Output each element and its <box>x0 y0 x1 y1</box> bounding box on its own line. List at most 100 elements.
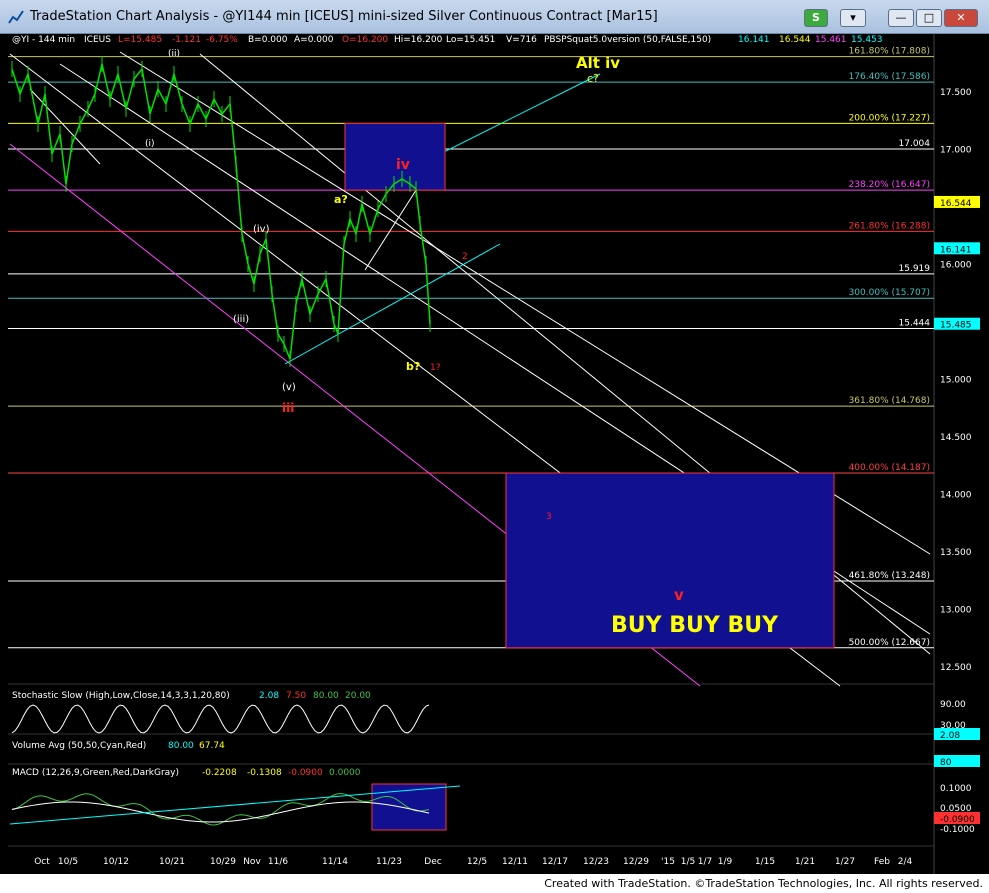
header-change: -1.121 <box>172 35 201 45</box>
wave-label-10: (iii) <box>233 314 249 325</box>
x-tick-20: 1/21 <box>795 857 815 867</box>
volume-v2: 67.74 <box>199 741 225 751</box>
header-ask: A=0.000 <box>294 35 334 45</box>
volume-v1: 80.00 <box>168 741 194 751</box>
stoch-v1: 2.08 <box>259 691 279 701</box>
wave-label-12: iii <box>282 401 294 415</box>
x-tick-10: 12/5 <box>467 857 487 867</box>
y-tick-5: 14.000 <box>940 491 972 501</box>
header-q3: 15.461 <box>815 35 847 45</box>
fib-label-3: 17.004 <box>899 139 931 149</box>
header-change-pct: -6.75% <box>206 35 238 45</box>
x-tick-15: '15 <box>661 857 675 867</box>
x-tick-14: 12/29 <box>623 857 649 867</box>
fib-label-11: 461.80% (13.248) <box>849 571 930 581</box>
stoch-v4: 20.00 <box>345 691 371 701</box>
macd-v1: -0.2208 <box>202 768 237 778</box>
stoch-box-text: 2.08 <box>940 731 960 741</box>
x-tick-13: 12/23 <box>583 857 609 867</box>
wave-label-8: v <box>674 586 684 604</box>
dropdown-button[interactable]: ▾ <box>840 9 866 27</box>
wave-label-7: 3 <box>546 512 552 522</box>
window-title: TradeStation Chart Analysis - @YI144 min… <box>30 9 658 24</box>
fib-label-4: 238.20% (16.647) <box>849 180 930 190</box>
window-titlebar: TradeStation Chart Analysis - @YI144 min… <box>0 0 989 34</box>
stoch-v3: 80.00 <box>313 691 339 701</box>
x-tick-2: 10/12 <box>103 857 129 867</box>
fib-label-2: 200.00% (17.227) <box>849 113 930 123</box>
macd-box-text: -0.0900 <box>940 815 975 825</box>
minimize-button[interactable]: — <box>888 9 914 27</box>
y-tick-8: 12.500 <box>940 663 972 673</box>
fib-label-5: 261.80% (16.288) <box>849 221 930 231</box>
fib-label-10: 400.00% (14.187) <box>849 463 930 473</box>
stoch-v2: 7.50 <box>286 691 306 701</box>
stoch-title: Stochastic Slow (High,Low,Close,14,3,3,1… <box>12 691 230 701</box>
header-symbol: @YI - 144 min <box>12 35 75 45</box>
header-volume: V=716 <box>506 35 537 45</box>
wave-label-5: 1? <box>430 363 441 373</box>
x-tick-23: 2/4 <box>898 857 913 867</box>
buy-target-label: BUY BUY BUY <box>611 613 779 638</box>
x-tick-9: Dec <box>424 857 441 867</box>
volume-box-text: 80 <box>940 758 952 768</box>
macd-axis-2: -0.1000 <box>940 825 975 835</box>
x-tick-0: Oct <box>34 857 50 867</box>
x-tick-12: 12/17 <box>542 857 568 867</box>
macd-v2: -0.1308 <box>247 768 282 778</box>
header-open: O=16.200 <box>342 35 388 45</box>
fib-label-9: 361.80% (14.768) <box>849 396 930 406</box>
price-box-text-0: 16.544 <box>940 199 972 209</box>
macd-box <box>371 783 447 831</box>
wave-label-4: b? <box>406 360 420 373</box>
iv-target-box <box>344 122 446 191</box>
x-tick-6: 11/6 <box>268 857 288 867</box>
x-tick-3: 10/21 <box>159 857 185 867</box>
price-box-text-2: 15.485 <box>940 321 972 331</box>
macd-axis-0: 0.1000 <box>940 784 972 794</box>
x-tick-18: 1/9 <box>718 857 733 867</box>
header-q1: 16.141 <box>738 35 770 45</box>
close-button[interactable]: ✕ <box>944 9 978 27</box>
chart-header: @YI - 144 min ICEUS L=15.485 -1.121 -6.7… <box>12 35 883 45</box>
header-last: L=15.485 <box>118 35 162 45</box>
x-tick-21: 1/27 <box>835 857 855 867</box>
x-tick-19: 1/15 <box>755 857 775 867</box>
fib-label-7: 300.00% (15.707) <box>849 288 930 298</box>
maximize-button[interactable]: □ <box>916 9 942 27</box>
fib-label-1: 176.40% (17.586) <box>849 72 930 82</box>
x-tick-22: Feb <box>874 857 890 867</box>
fib-label-0: 161.80% (17.808) <box>849 47 930 57</box>
macd-title: MACD (12,26,9,Green,Red,DarkGray) <box>12 768 179 778</box>
macd-v3: -0.0900 <box>288 768 323 778</box>
y-tick-1: 17.000 <box>940 146 972 156</box>
header-q2: 16.544 <box>779 35 811 45</box>
wave-label-9: (iv) <box>253 224 270 235</box>
header-bid: B=0.000 <box>248 35 288 45</box>
wave-label-6: 2 <box>462 252 468 262</box>
x-tick-4: 10/29 <box>210 857 236 867</box>
x-tick-17: 1/7 <box>698 857 712 867</box>
x-tick-1: 10/5 <box>58 857 78 867</box>
price-box-text-1: 16.141 <box>940 245 972 255</box>
chart-area[interactable]: 161.80% (17.808) 176.40% (17.586) 200.00% … <box>0 34 989 874</box>
header-high: Hi=16.200 <box>394 35 443 45</box>
footer-copyright: Created with TradeStation. ©TradeStation… <box>544 877 983 890</box>
wave-label-2: iv <box>396 157 410 173</box>
header-study: PBSPSquat5.0version (50,FALSE,150) <box>544 35 711 45</box>
y-tick-0: 17.500 <box>940 88 972 98</box>
y-tick-3: 15.000 <box>940 376 972 386</box>
wave-label-11: (v) <box>282 382 296 393</box>
wave-label-14: (i) <box>145 139 155 149</box>
price-chart-svg[interactable]: 161.80% (17.808) 176.40% (17.586) 200.00% … <box>0 34 989 874</box>
s-button[interactable]: S <box>804 9 828 27</box>
fib-label-8: 15.444 <box>899 318 931 328</box>
x-tick-8: 11/23 <box>376 857 402 867</box>
wave-label-13: (ii) <box>168 49 180 59</box>
x-tick-5: Nov <box>243 857 261 867</box>
y-tick-2: 16.000 <box>940 261 972 271</box>
wave-label-0: Alt iv <box>576 54 620 72</box>
fib-label-6: 15.919 <box>899 264 931 274</box>
x-tick-16: 1/5 <box>681 857 695 867</box>
macd-v4: 0.0000 <box>329 768 361 778</box>
